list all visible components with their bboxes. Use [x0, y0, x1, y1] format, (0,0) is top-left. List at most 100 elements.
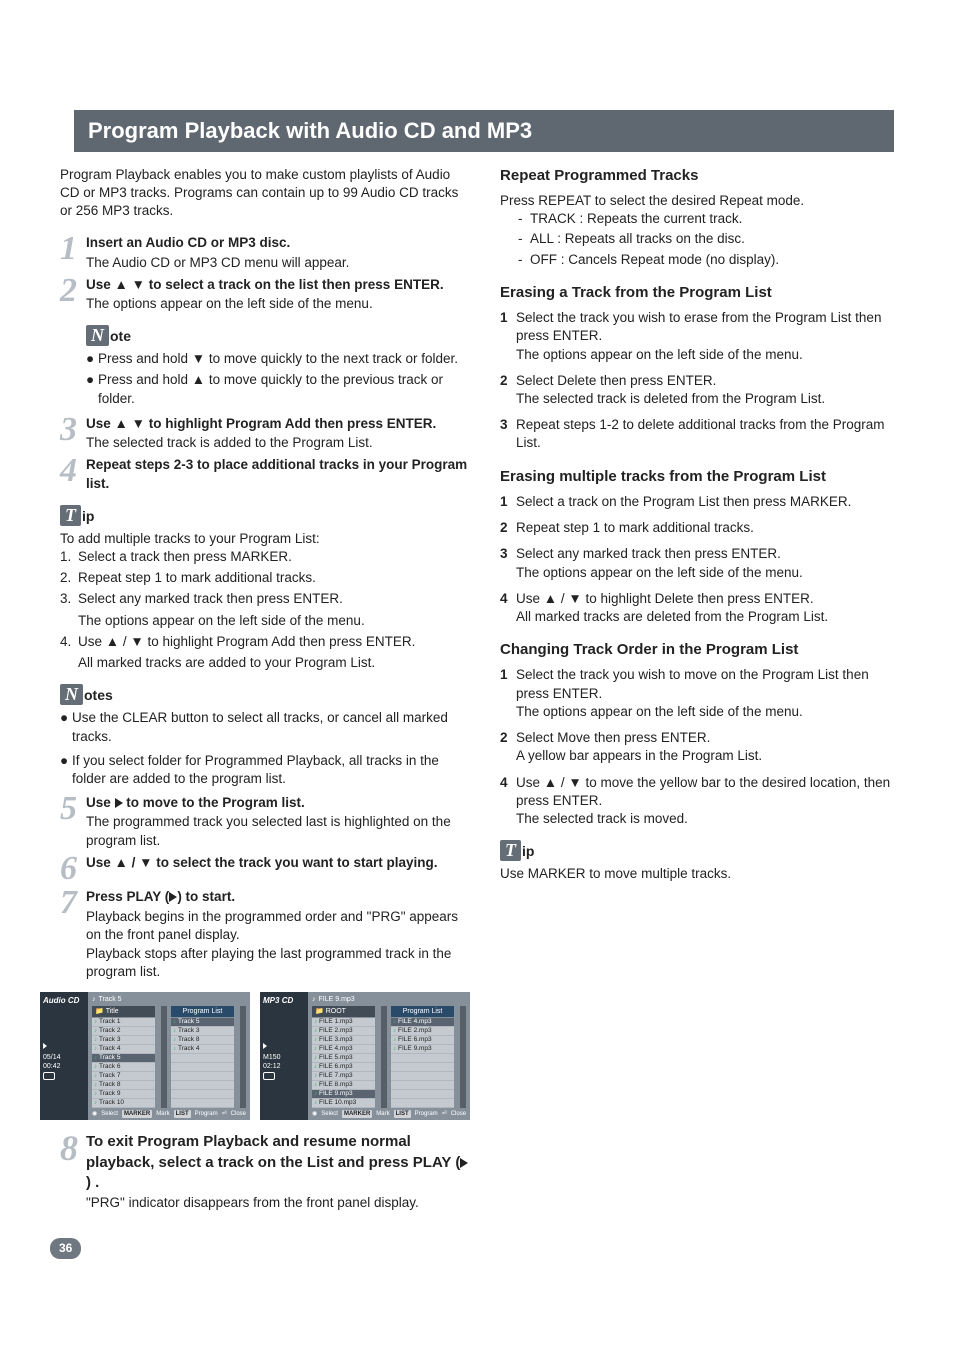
step-4-head: Repeat steps 2-3 to place additional tra… [86, 457, 467, 490]
heading-order: Changing Track Order in the Program List [500, 640, 894, 660]
list-item: ♪FILE 5.mp3 [312, 1054, 375, 1063]
list-item: ♪Track 5 [92, 1054, 155, 1063]
step-1-head: Insert an Audio CD or MP3 disc. [86, 235, 290, 250]
tip-item-3-sub: The options appear on the left side of t… [60, 612, 470, 630]
note-icon: N [86, 325, 109, 346]
step-7-head-a: Press PLAY ( [86, 889, 169, 904]
erasem-step-1: 1Select a track on the Program List then… [500, 493, 894, 511]
list-item: ♪Track 9 [92, 1090, 155, 1099]
tip-label: ip [82, 508, 94, 524]
step-number-1: 1 [60, 234, 86, 271]
play-icon [115, 795, 123, 810]
step-1-desc: The Audio CD or MP3 CD menu will appear. [86, 254, 470, 272]
repeat-opt-track: -TRACK : Repeats the current track. [500, 210, 894, 228]
notes-heading: Notes [60, 684, 470, 705]
notes-bullet-1: ●Use the CLEAR button to select all trac… [60, 709, 470, 745]
screen-audio-counter: 05/14 [43, 1053, 85, 1062]
step-number-3: 3 [60, 415, 86, 452]
screen-footer: ◉Select MARKERMark LISTProgram ⏎Close [312, 1110, 466, 1118]
repeat-icon [263, 1072, 275, 1080]
list-item: . [391, 1072, 454, 1081]
step-number-5: 5 [60, 794, 86, 850]
audio-program-list: Program List ♪Track 5♪Track 3♪Track 8♪Tr… [171, 1006, 234, 1108]
screen-mp3-counter: M150 [263, 1053, 305, 1062]
step-number-6: 6 [60, 854, 86, 885]
scrollbar [381, 1006, 387, 1108]
erase-step-3: 3Repeat steps 1-2 to delete additional t… [500, 416, 894, 452]
list-item: ♪FILE 2.mp3 [312, 1027, 375, 1036]
step-3-head: Use ▲ ▼ to highlight Program Add then pr… [86, 416, 436, 431]
step-7-desc-2: Playback stops after playing the last pr… [86, 945, 470, 981]
list-item: ♪Track 1 [92, 1018, 155, 1027]
screen-mp3-title: MP3 CD [263, 996, 305, 1007]
repeat-opt-all: -ALL : Repeats all tracks on the disc. [500, 230, 894, 248]
tip-item-2: 2.Repeat step 1 to mark additional track… [60, 569, 470, 587]
list-item: . [391, 1054, 454, 1063]
step-6: 6 Use ▲ / ▼ to select the track you want… [60, 854, 470, 885]
folder-icon: 📁 [95, 1007, 104, 1016]
step-8-desc: "PRG" indicator disappears from the fron… [86, 1194, 470, 1212]
tip-heading: Tip [60, 505, 470, 526]
screen-mp3-cd: MP3 CD M150 02:12 ♪FILE 9.mp3 📁ROOT [260, 992, 470, 1121]
step-number-7: 7 [60, 888, 86, 981]
list-item: . [171, 1054, 234, 1063]
list-item: ♪Track 2 [92, 1027, 155, 1036]
step-7-desc-1: Playback begins in the programmed order … [86, 908, 470, 944]
step-5-head-b: to move to the Program list. [123, 795, 305, 810]
list-item: . [171, 1072, 234, 1081]
step-8-head-a: To exit Program Playback and resume norm… [86, 1133, 460, 1170]
notes-icon: N [60, 684, 83, 705]
tip-right-text: Use MARKER to move multiple tracks. [500, 865, 894, 883]
order-step-1: 1Select the track you wish to move on th… [500, 666, 894, 721]
step-4: 4 Repeat steps 2-3 to place additional t… [60, 456, 470, 492]
list-item: ♪FILE 1.mp3 [312, 1018, 375, 1027]
list-item: ♪Track 3 [92, 1036, 155, 1045]
step-number-4: 4 [60, 456, 86, 492]
heading-erase-multi: Erasing multiple tracks from the Program… [500, 467, 894, 487]
tip-icon: T [60, 505, 81, 526]
list-item: . [171, 1099, 234, 1108]
list-item: ♪Track 4 [171, 1045, 234, 1054]
scrollbar [240, 1006, 246, 1108]
list-item: . [391, 1063, 454, 1072]
list-item: ♪FILE 6.mp3 [391, 1036, 454, 1045]
screen-audio-now: Track 5 [99, 995, 122, 1004]
list-item: . [171, 1081, 234, 1090]
music-note-icon: ♪ [312, 995, 316, 1004]
erasem-step-2: 2Repeat step 1 to mark additional tracks… [500, 519, 894, 537]
scrollbar [460, 1006, 466, 1108]
order-step-4: 4Use ▲ / ▼ to move the yellow bar to the… [500, 774, 894, 829]
step-8-head-b: ) . [86, 1174, 99, 1191]
list-item: ♪FILE 8.mp3 [312, 1081, 375, 1090]
list-item: ♪Track 10 [92, 1099, 155, 1108]
note-label: ote [110, 328, 131, 344]
mp3-file-list: 📁ROOT ♪FILE 1.mp3♪FILE 2.mp3♪FILE 3.mp3♪… [312, 1006, 375, 1108]
step-number-8: 8 [60, 1132, 86, 1212]
step-2-desc: The options appear on the left side of t… [86, 295, 470, 313]
mp3-program-list: Program List ♪FILE 4.mp3♪FILE 2.mp3♪FILE… [391, 1006, 454, 1108]
tip-item-4: 4.Use ▲ / ▼ to highlight Program Add the… [60, 633, 470, 651]
repeat-intro: Press REPEAT to select the desired Repea… [500, 192, 894, 210]
list-item: . [391, 1099, 454, 1108]
folder-icon: 📁 [315, 1007, 324, 1016]
list-item: ♪FILE 2.mp3 [391, 1027, 454, 1036]
step-2: 2 Use ▲ ▼ to select a track on the list … [60, 276, 470, 411]
notes-bullet-2: ●If you select folder for Programmed Pla… [60, 752, 470, 788]
erase-step-1: 1Select the track you wish to erase from… [500, 309, 894, 364]
play-icon [460, 1154, 468, 1171]
screen-mp3-time: 02:12 [263, 1062, 305, 1071]
list-item: ♪Track 8 [92, 1081, 155, 1090]
list-item: ♪Track 6 [92, 1063, 155, 1072]
notes-label: otes [84, 687, 113, 703]
step-5: 5 Use to move to the Program list. The p… [60, 794, 470, 850]
repeat-opt-off: -OFF : Cancels Repeat mode (no display). [500, 251, 894, 269]
tip-item-4-sub: All marked tracks are added to your Prog… [60, 654, 470, 672]
step-7-head-b: ) to start. [177, 889, 235, 904]
note-bullet-1: ●Press and hold ▼ to move quickly to the… [86, 350, 470, 368]
list-item: ♪FILE 9.mp3 [391, 1045, 454, 1054]
step-3: 3 Use ▲ ▼ to highlight Program Add then … [60, 415, 470, 452]
step-number-2: 2 [60, 276, 86, 411]
heading-erase-one: Erasing a Track from the Program List [500, 283, 894, 303]
list-item: ♪FILE 9.mp3 [312, 1090, 375, 1099]
music-note-icon: ♪ [92, 995, 96, 1004]
